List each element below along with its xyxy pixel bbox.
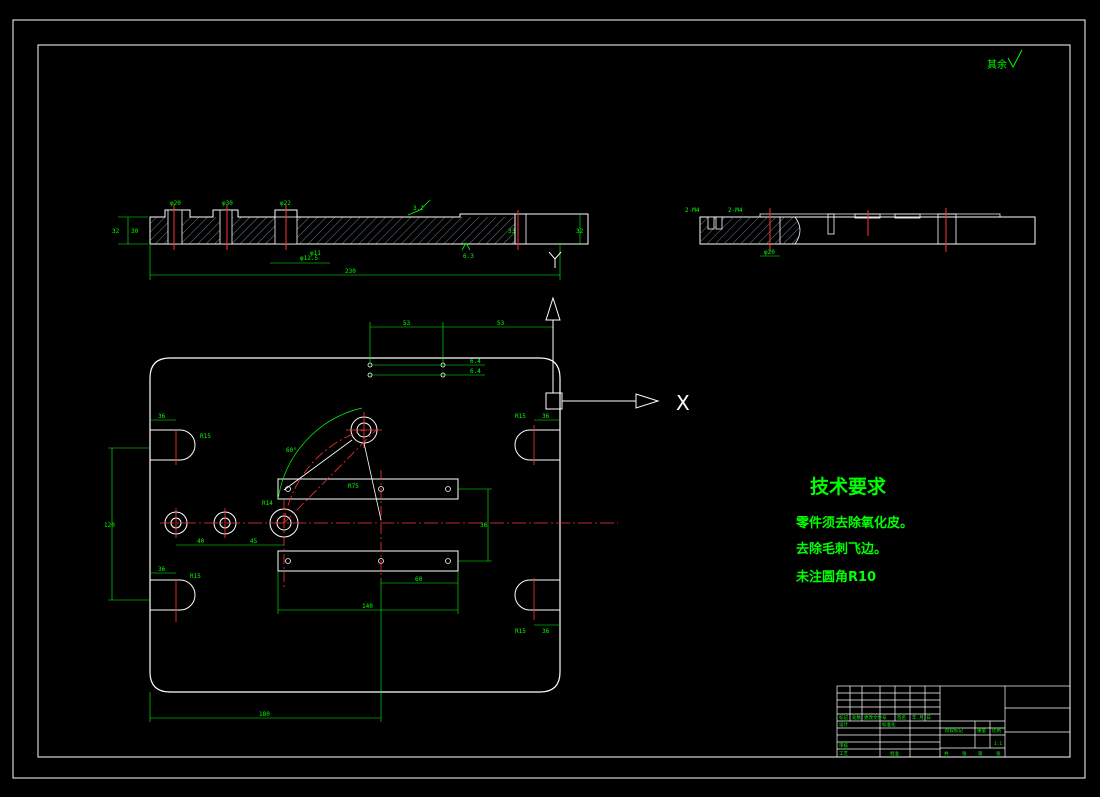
- dim-230: 230: [345, 268, 356, 275]
- tb-stage: 阶段标记: [945, 727, 963, 734]
- dim-r15-tl: R15: [200, 433, 211, 440]
- tech-line-3: 未注圆角R10: [795, 569, 876, 585]
- side-view: [699, 208, 1036, 257]
- tb-process: 工艺: [839, 751, 848, 757]
- dim-w36-tr: 36: [542, 413, 550, 420]
- tb-file: 更改文件号: [864, 714, 887, 721]
- dim-h30: 30: [131, 228, 139, 235]
- tb-design: 设计: [839, 721, 848, 728]
- tb-review: 审核: [839, 742, 848, 749]
- dim-r15-tr: R15: [515, 413, 526, 420]
- dim-top-53a: 53: [403, 320, 411, 327]
- dim-180: 180: [259, 711, 270, 718]
- tb-scale: 比例: [992, 727, 1001, 734]
- dim-phi20: φ20: [170, 200, 181, 207]
- tech-line-1: 零件须去除氧化皮。: [795, 515, 913, 531]
- dim-top-53b: 53: [497, 320, 505, 327]
- roughness-main: 3.2: [413, 205, 424, 212]
- dim-end: 33: [508, 228, 516, 235]
- surface-note: 其余: [987, 58, 1007, 71]
- tb-approve: 批准: [890, 750, 899, 757]
- inner-frame: [37, 44, 1071, 758]
- dim-w36-bl: 36: [158, 566, 166, 573]
- roughness-symbol: [1007, 49, 1023, 69]
- tb-sheet-2: 张: [962, 750, 967, 757]
- tb-sign: 签名: [897, 714, 906, 721]
- tb-weight: 重量: [977, 727, 986, 734]
- dim-40: 40: [197, 538, 205, 545]
- dim-r75: R75: [348, 483, 359, 490]
- dim-60: 60: [415, 576, 423, 583]
- dim-s2: 6.4: [470, 368, 481, 375]
- side-dim-c: φ20: [764, 249, 775, 256]
- dim-45: 45: [250, 538, 258, 545]
- tb-count: 处数: [852, 714, 861, 721]
- dim-w36-br: 36: [542, 628, 550, 635]
- roughness-sub: 6.3: [463, 253, 474, 260]
- outer-frame: [12, 19, 1086, 779]
- side-dim-b: 2-M4: [728, 207, 743, 214]
- dim-r14: R14: [262, 500, 273, 507]
- dim-angle: 60°: [286, 447, 297, 454]
- tb-date: 年.月.日: [912, 714, 931, 721]
- tb-mark: 标记: [839, 714, 848, 721]
- dim-h32-right: 32: [576, 228, 584, 235]
- tb-sheet-1: 共: [944, 750, 949, 757]
- dim-h32-left: 32: [112, 228, 120, 235]
- coordinate-axes: [545, 296, 660, 410]
- dim-r15-bl: R15: [190, 573, 201, 580]
- tb-scale-val: 1:1: [994, 741, 1002, 747]
- dim-hole2: φ11: [310, 250, 321, 257]
- side-dim-a: 2-M4: [685, 207, 700, 214]
- axis-x-label: X: [676, 391, 690, 415]
- dim-s1: 6.4: [470, 358, 481, 365]
- dim-phi22: φ22: [280, 200, 291, 207]
- dim-120: 120: [104, 522, 115, 529]
- tech-title: 技术要求: [810, 475, 887, 498]
- tb-sheet-4: 张: [996, 750, 1001, 757]
- title-block: [836, 685, 1071, 758]
- cad-drawing: 其余 φ20 φ30 φ22 230 32 32 30 φ12.5 φ11 33…: [12, 19, 1086, 779]
- dim-w36-tl: 36: [158, 413, 166, 420]
- dim-slot-36: 36: [480, 522, 488, 529]
- plan-view: [108, 322, 618, 722]
- dim-phi30: φ30: [222, 200, 233, 207]
- tb-standard: 标准化: [882, 721, 896, 728]
- tech-line-2: 去除毛刺飞边。: [796, 541, 887, 557]
- tb-sheet-3: 第: [978, 750, 983, 757]
- dim-140: 140: [362, 603, 373, 610]
- dim-r15-br: R15: [515, 628, 526, 635]
